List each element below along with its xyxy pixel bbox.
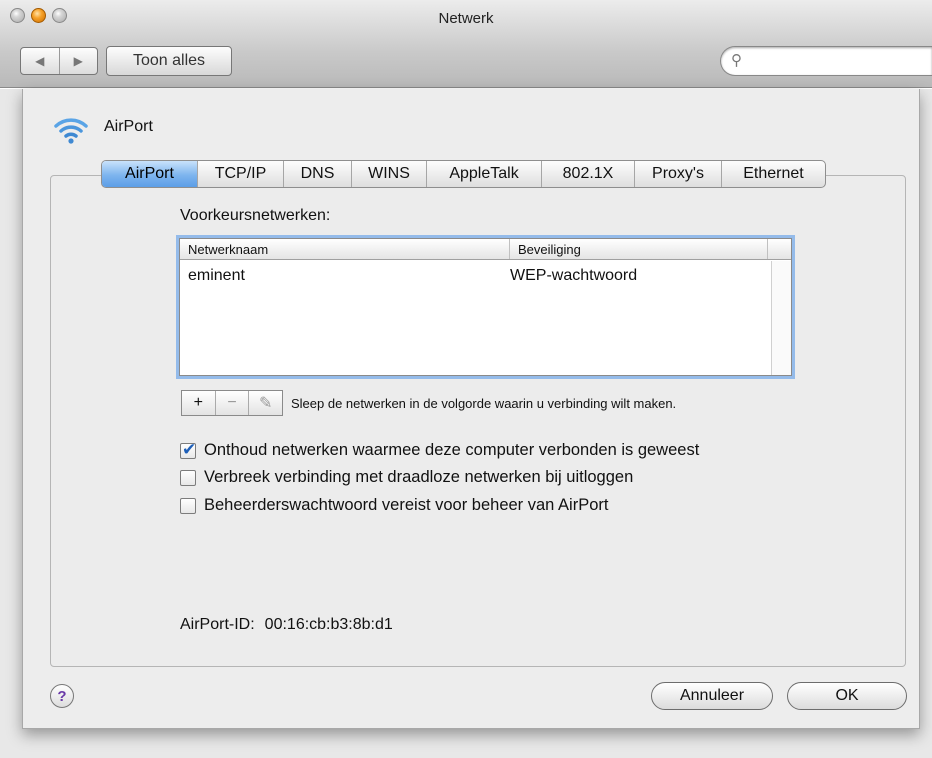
ok-button[interactable]: OK	[787, 682, 907, 710]
column-header-filler	[768, 239, 791, 259]
tab-ethernet[interactable]: Ethernet	[722, 161, 825, 187]
require-admin-password-checkbox[interactable]	[180, 497, 196, 514]
airport-id: AirPort-ID: 00:16:cb:b3:8b:d1	[180, 616, 393, 634]
cancel-button[interactable]: Annuleer	[651, 682, 773, 710]
tab-dns[interactable]: DNS	[284, 161, 352, 187]
tab-bar: AirPort TCP/IP DNS WINS AppleTalk 802.1X…	[101, 160, 826, 188]
remember-networks-label: Onthoud netwerken waarmee deze computer …	[204, 441, 700, 459]
help-button[interactable]: ?	[50, 684, 74, 708]
search-field[interactable]: ⚲	[720, 46, 932, 76]
window-title: Netwerk	[438, 10, 494, 27]
disconnect-on-logout-label: Verbreek verbinding met draadloze netwer…	[204, 468, 634, 486]
preferred-networks-table[interactable]: Netwerknaam Beveiliging eminent WEP-wach…	[179, 238, 792, 376]
edit-network-icon[interactable]: ✎	[249, 391, 282, 415]
table-row[interactable]: eminent WEP-wachtwoord	[180, 267, 791, 289]
tab-8021x[interactable]: 802.1X	[542, 161, 635, 187]
back-forward-control: ◀ ▶	[20, 47, 98, 75]
tab-tcpip[interactable]: TCP/IP	[198, 161, 284, 187]
search-icon: ⚲	[731, 52, 742, 69]
airport-id-value: 00:16:cb:b3:8b:d1	[264, 616, 393, 633]
column-header-network-name[interactable]: Netwerknaam	[180, 239, 510, 259]
title-bar: Netwerk ◀ ▶ Toon alles ⚲	[0, 0, 932, 88]
airport-id-label: AirPort-ID:	[180, 616, 255, 633]
disconnect-on-logout-checkbox[interactable]	[180, 469, 196, 486]
drag-order-hint: Sleep de netwerken in de volgorde waarin…	[291, 396, 677, 411]
preferred-networks-label: Voorkeursnetwerken:	[180, 207, 331, 224]
show-all-button[interactable]: Toon alles	[106, 46, 232, 76]
require-admin-password-option[interactable]: Beheerderswachtwoord vereist voor beheer…	[180, 496, 608, 515]
interface-title: AirPort	[104, 118, 153, 135]
forward-icon[interactable]: ▶	[60, 48, 98, 74]
network-list-controls: + − ✎	[181, 390, 283, 416]
require-admin-password-label: Beheerderswachtwoord vereist voor beheer…	[204, 496, 609, 514]
column-header-security[interactable]: Beveiliging	[510, 239, 768, 259]
remember-networks-option[interactable]: Onthoud netwerken waarmee deze computer …	[180, 440, 700, 460]
tab-wins[interactable]: WINS	[352, 161, 427, 187]
tab-airport[interactable]: AirPort	[102, 161, 198, 187]
remember-networks-checkbox[interactable]	[180, 440, 196, 460]
table-scrollbar[interactable]	[771, 261, 791, 375]
disconnect-on-logout-option[interactable]: Verbreek verbinding met draadloze netwer…	[180, 468, 633, 487]
add-network-button[interactable]: +	[182, 391, 216, 415]
tab-appletalk[interactable]: AppleTalk	[427, 161, 542, 187]
back-icon[interactable]: ◀	[21, 48, 60, 74]
search-input[interactable]	[751, 51, 921, 71]
tab-proxies[interactable]: Proxy's	[635, 161, 722, 187]
security-cell: WEP-wachtwoord	[510, 267, 638, 284]
network-name-cell: eminent	[188, 267, 245, 284]
wifi-icon	[54, 118, 88, 144]
table-header: Netwerknaam Beveiliging	[180, 239, 791, 260]
remove-network-button[interactable]: −	[216, 391, 250, 415]
